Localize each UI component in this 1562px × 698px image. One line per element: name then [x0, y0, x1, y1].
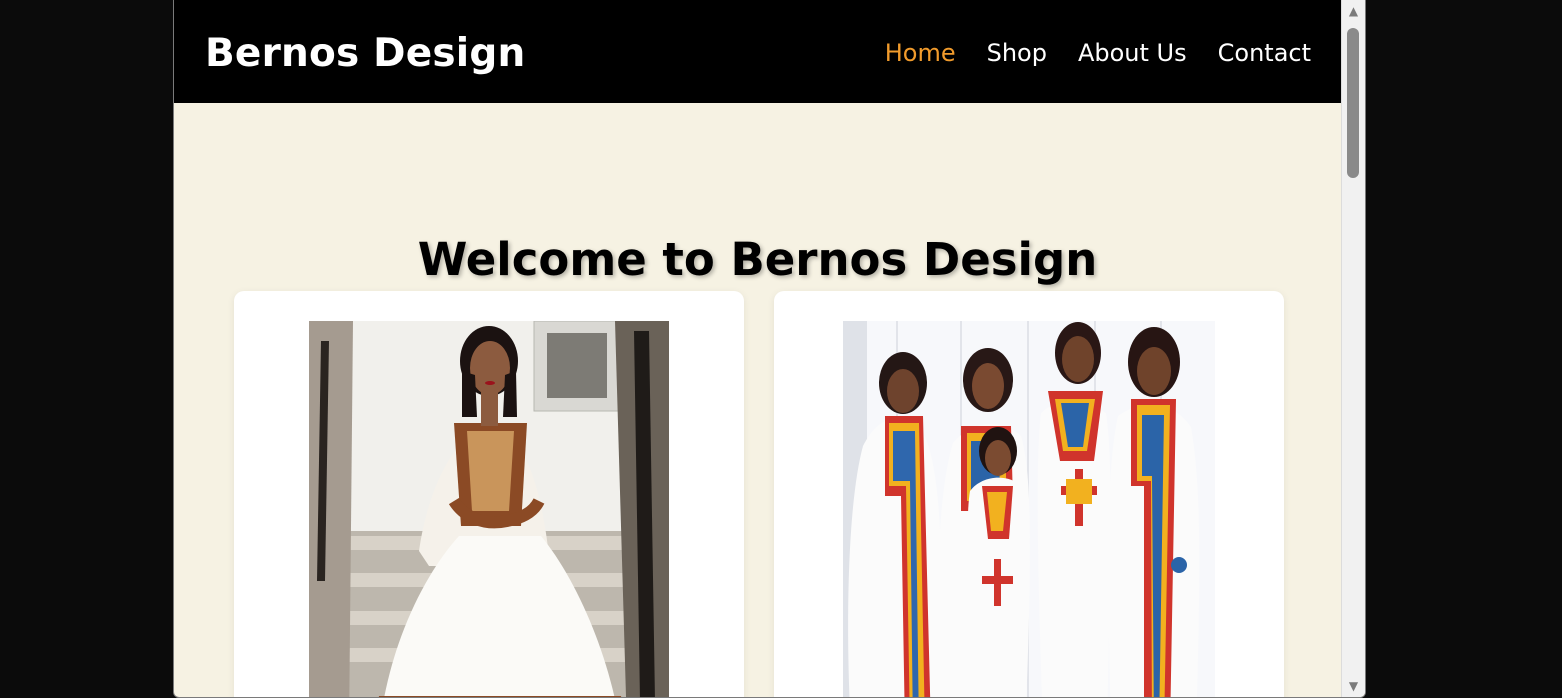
nav-link-contact[interactable]: Contact	[1218, 37, 1311, 69]
browser-window: Bernos Design Home Shop About Us Contact…	[173, 0, 1366, 698]
product-card[interactable]	[234, 291, 744, 697]
scroll-down-icon[interactable]: ▼	[1342, 675, 1365, 697]
navbar: Bernos Design Home Shop About Us Contact	[174, 0, 1341, 103]
hero-title: Welcome to Bernos Design	[417, 233, 1098, 287]
nav-link-shop[interactable]: Shop	[987, 37, 1047, 69]
vertical-scrollbar[interactable]: ▲ ▼	[1341, 0, 1365, 697]
page-viewport: Bernos Design Home Shop About Us Contact…	[174, 0, 1341, 697]
nav-link-home[interactable]: Home	[885, 37, 956, 69]
scroll-thumb[interactable]	[1347, 28, 1359, 178]
product-image[interactable]	[843, 321, 1215, 697]
product-image[interactable]	[309, 321, 669, 697]
nav-link-about-us[interactable]: About Us	[1078, 37, 1187, 69]
scroll-up-icon[interactable]: ▲	[1342, 0, 1365, 22]
nav-links: Home Shop About Us Contact	[885, 37, 1311, 69]
product-card[interactable]	[774, 291, 1284, 697]
brand-logo[interactable]: Bernos Design	[205, 29, 525, 79]
